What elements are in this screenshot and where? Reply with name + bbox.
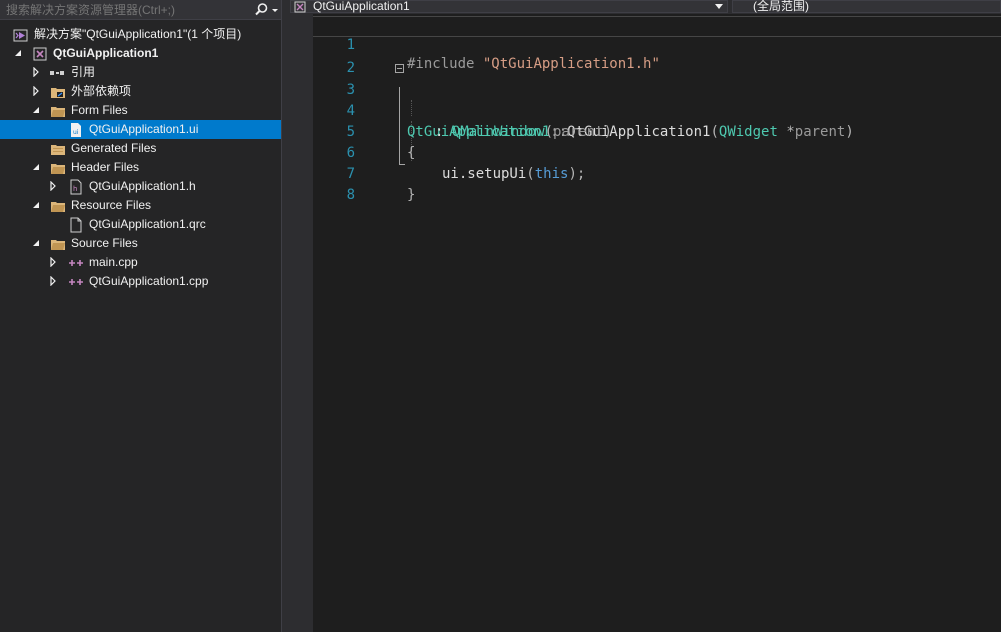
collapse-outline-icon[interactable]: [395, 64, 404, 73]
expanded-arrow-icon[interactable]: [13, 48, 23, 58]
code-line-1[interactable]: 1 #include "QtGuiApplication1.h": [313, 16, 1001, 72]
filter-folder-icon: [51, 240, 65, 250]
collapsed-arrow-icon[interactable]: [48, 257, 58, 267]
source-files-label: Source Files: [71, 236, 138, 250]
editor-indicator-margin: [290, 14, 313, 632]
cpp-file-icon: [69, 260, 83, 266]
main-cpp-label: main.cpp: [89, 255, 138, 269]
tree-item-generated-files[interactable]: Generated Files: [0, 139, 281, 158]
header-file-icon: h: [70, 179, 82, 195]
tree-item-references[interactable]: 引用: [0, 63, 281, 82]
tree-item-resource-files[interactable]: Resource Files: [0, 196, 281, 215]
collapsed-arrow-icon[interactable]: [31, 67, 41, 77]
ui-file-icon: ui: [71, 123, 81, 137]
expanded-arrow-icon[interactable]: [31, 105, 41, 115]
chevron-down-icon: [715, 4, 723, 9]
app-cpp-label: QtGuiApplication1.cpp: [89, 274, 209, 288]
code-line-5[interactable]: 5 {: [313, 101, 1001, 161]
tree-item-header-files[interactable]: Header Files: [0, 158, 281, 177]
ui-file-label: QtGuiApplication1.ui: [89, 122, 199, 136]
expanded-arrow-icon[interactable]: [31, 238, 41, 248]
qt-project-icon: [294, 1, 306, 13]
scope-dropdown[interactable]: (全局范围): [732, 0, 1001, 13]
document-icon: [70, 217, 82, 233]
external-deps-label: 外部依赖项: [71, 84, 132, 98]
solution-label: 解决方案"QtGuiApplication1"(1 个项目): [34, 27, 242, 41]
code-line-8[interactable]: 8: [313, 164, 1001, 203]
references-label: 引用: [71, 65, 96, 79]
solution-search-input[interactable]: [6, 2, 246, 18]
external-dependencies-folder-icon: [51, 88, 65, 98]
filter-folder-icon: [51, 202, 65, 212]
panel-splitter[interactable]: [282, 0, 290, 632]
tree-item-solution[interactable]: 解决方案"QtGuiApplication1"(1 个项目): [0, 25, 281, 44]
solution-explorer-panel: 解决方案"QtGuiApplication1"(1 个项目) QtGuiAppl…: [0, 0, 282, 632]
code-line-7[interactable]: 7 }: [313, 143, 1001, 203]
qt-project-icon: [33, 47, 47, 61]
scope-dropdown-label: (全局范围): [753, 0, 809, 13]
project-label: QtGuiApplication1: [53, 46, 159, 60]
code-line-2[interactable]: 2: [313, 37, 1001, 76]
resource-files-label: Resource Files: [71, 198, 152, 212]
form-files-label: Form Files: [71, 103, 128, 117]
search-options-chevron-down-icon[interactable]: [270, 1, 280, 19]
project-dropdown-label: QtGuiApplication1: [313, 0, 410, 13]
search-icon[interactable]: [252, 1, 270, 19]
code-editor[interactable]: 1 #include "QtGuiApplication1.h" 2 3 QtG…: [313, 14, 1001, 632]
svg-text:h: h: [73, 185, 77, 193]
tree-item-main-cpp[interactable]: main.cpp: [0, 253, 281, 272]
tree-item-source-files[interactable]: Source Files: [0, 234, 281, 253]
qrc-file-label: QtGuiApplication1.qrc: [89, 217, 206, 231]
tree-item-header-file[interactable]: h QtGuiApplication1.h: [0, 177, 281, 196]
tree-item-project[interactable]: QtGuiApplication1: [0, 44, 281, 63]
editor-navigation-bar: QtGuiApplication1 (全局范围): [290, 0, 1001, 14]
collapsed-arrow-icon[interactable]: [48, 276, 58, 286]
svg-text:ui: ui: [73, 129, 79, 136]
filter-folder-icon: [51, 164, 65, 174]
expanded-arrow-icon[interactable]: [31, 162, 41, 172]
project-dropdown[interactable]: QtGuiApplication1: [290, 0, 728, 13]
code-line-3[interactable]: 3 QtGuiApplication1::QtGuiApplication1(Q…: [313, 59, 1001, 140]
tree-item-form-files[interactable]: Form Files: [0, 101, 281, 120]
tree-item-qrc-file[interactable]: QtGuiApplication1.qrc: [0, 215, 281, 234]
header-files-label: Header Files: [71, 160, 140, 174]
solution-search-bar: [0, 0, 281, 20]
code-line-4[interactable]: 4 : QMainWindow(parent): [313, 80, 1001, 140]
collapsed-arrow-icon[interactable]: [48, 181, 58, 191]
generated-files-label: Generated Files: [71, 141, 157, 155]
tree-item-external-dependencies[interactable]: 外部依赖项: [0, 82, 281, 101]
code-token-brace: }: [407, 187, 416, 203]
references-icon: [50, 71, 64, 75]
visual-studio-solution-icon: [13, 29, 28, 42]
line-number: 8: [346, 187, 355, 203]
code-line-6[interactable]: 6 ui.setupUi(this);: [313, 122, 1001, 182]
cpp-file-icon: [69, 279, 83, 285]
header-file-label: QtGuiApplication1.h: [89, 179, 196, 193]
tree-item-app-cpp[interactable]: QtGuiApplication1.cpp: [0, 272, 281, 291]
collapsed-arrow-icon[interactable]: [31, 86, 41, 96]
tree-item-ui-file[interactable]: ui QtGuiApplication1.ui: [0, 120, 281, 139]
expanded-arrow-icon[interactable]: [31, 200, 41, 210]
filter-folder-icon: [51, 145, 65, 155]
filter-folder-icon: [51, 107, 65, 117]
